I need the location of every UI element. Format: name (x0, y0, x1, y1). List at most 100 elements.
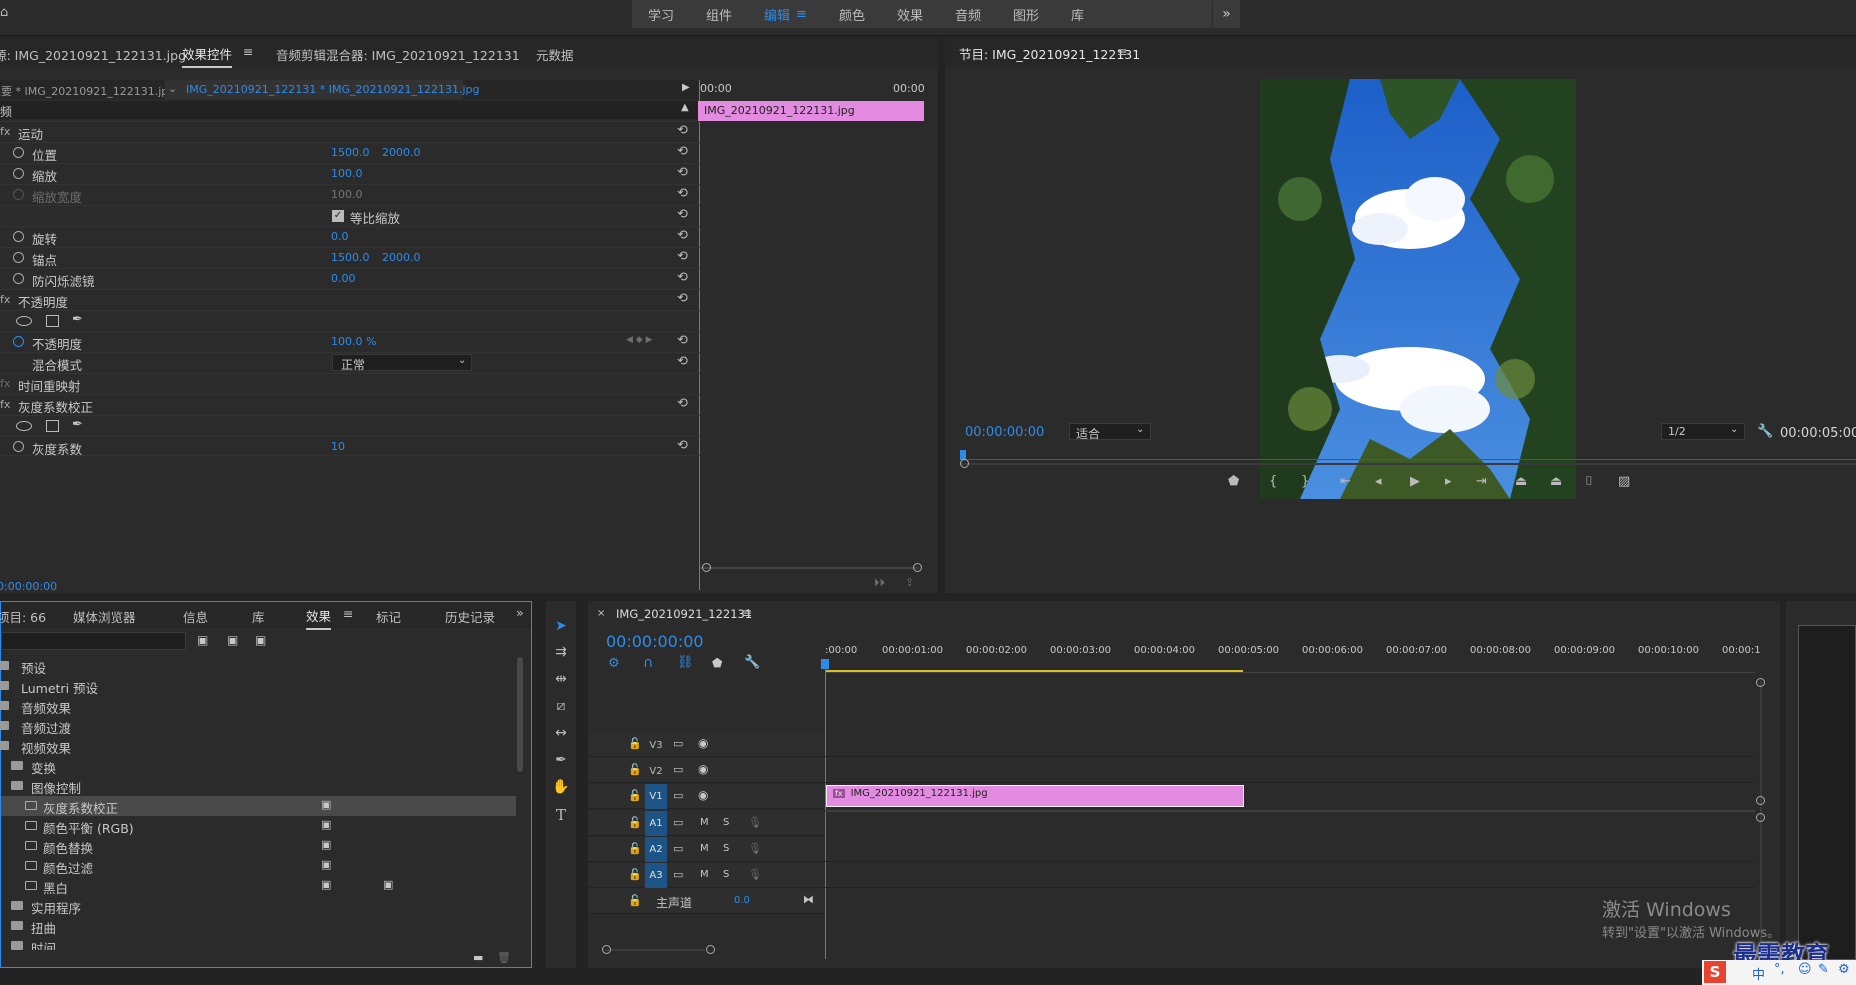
track-v3[interactable]: 🔓 V3 ▭ ◉ (588, 732, 824, 757)
lock-icon[interactable]: 🔓 (628, 868, 642, 881)
ws-assembly[interactable]: 组件 (706, 5, 732, 24)
wrench-icon[interactable]: 🔧 (1757, 424, 1773, 439)
camera-icon[interactable]: ⌷ (1585, 474, 1593, 489)
step-forward-icon[interactable]: ▸ (1445, 474, 1452, 489)
mark-out-icon[interactable]: } (1301, 474, 1309, 489)
slip-tool-icon[interactable]: ↔ (551, 725, 571, 745)
track-a1[interactable]: 🔓 A1 ▭ M S 🎙 (588, 811, 824, 836)
tree-video-effects[interactable]: 视频效果 (0, 736, 516, 756)
tree-image-control[interactable]: 图像控制 (1, 776, 516, 796)
tree-distort[interactable]: 扭曲 (1, 916, 516, 936)
mic-icon[interactable]: 🎙 (748, 868, 762, 881)
tree-utility[interactable]: 实用程序 (1, 896, 516, 916)
reset-icon[interactable]: ⟲ (677, 291, 688, 306)
stopwatch-icon[interactable] (13, 273, 24, 284)
ws-editing[interactable]: 编辑 (764, 5, 790, 24)
ws-graphics[interactable]: 图形 (1013, 5, 1039, 24)
stopwatch-icon[interactable] (13, 441, 24, 452)
track-select-icon[interactable]: ⇉ (551, 644, 571, 664)
tree-color-balance[interactable]: 颜色平衡 (RGB) ▣ (1, 816, 516, 836)
stopwatch-icon[interactable] (13, 252, 24, 263)
uniform-scale-checkbox[interactable]: ✓ (332, 210, 344, 222)
program-video-frame[interactable] (1260, 79, 1576, 499)
program-zoom-handle[interactable] (960, 459, 969, 468)
reset-icon[interactable]: ⟲ (677, 396, 688, 411)
ec-clip-bar[interactable]: IMG_20210921_122131.jpg (698, 101, 924, 121)
export-icon[interactable]: ⇪ (905, 576, 914, 589)
ws-color[interactable]: 颜色 (839, 5, 865, 24)
track-label[interactable]: V2 (645, 764, 667, 779)
tab-source[interactable]: 源: IMG_20210921_122131.jpg (0, 45, 186, 64)
position-x[interactable]: 1500.0 (331, 146, 370, 159)
sync-icon[interactable]: ▭ (673, 868, 683, 881)
mic-icon[interactable]: 🎙 (748, 842, 762, 855)
mute-button[interactable]: M (700, 817, 709, 828)
tree-lumetri-presets[interactable]: Lumetri 预设 (0, 676, 516, 696)
play-only-icon[interactable]: ▶ (682, 82, 690, 93)
panel-overflow-icon[interactable]: » (516, 605, 524, 620)
program-timecode[interactable]: 00:00:00:00 (965, 425, 1044, 440)
program-title[interactable]: 节目: IMG_20210921_122131 (959, 44, 1140, 66)
tab-history[interactable]: 历史记录 (445, 607, 495, 626)
add-marker-icon[interactable]: ⬟ (712, 656, 722, 670)
hand-tool-icon[interactable]: ✋ (551, 779, 571, 799)
go-to-out-icon[interactable]: ⇥ (1476, 474, 1487, 489)
32bit-effects-icon[interactable]: ▣ (227, 633, 238, 647)
settings-icon[interactable]: ⚙ (1838, 962, 1850, 977)
reset-icon[interactable]: ⟲ (677, 144, 688, 159)
extract-icon[interactable]: ⏏ (1550, 474, 1562, 489)
tree-transform[interactable]: 变换 (1, 756, 516, 776)
bowtie-icon[interactable]: ⧓ (803, 893, 814, 906)
mute-button[interactable]: M (700, 843, 709, 854)
marker-icon[interactable]: ⬟ (1228, 474, 1239, 489)
master-volume[interactable]: 0.0 (734, 895, 750, 906)
emoji-icon[interactable]: ☺ (1798, 962, 1812, 977)
sync-icon[interactable]: ▭ (673, 816, 683, 829)
resolution-select[interactable]: 1/2 ⌄ (1661, 423, 1745, 440)
type-tool-icon[interactable]: T (551, 806, 571, 826)
play-icon[interactable]: ▶ (1410, 474, 1420, 489)
reset-icon[interactable]: ⟲ (677, 165, 688, 180)
tree-color-pass[interactable]: 颜色过滤 ▣ (1, 856, 516, 876)
gamma-value[interactable]: 10 (331, 440, 345, 453)
effects-menu-icon[interactable]: ≡ (343, 606, 353, 621)
timeline-playhead[interactable] (825, 659, 826, 959)
tab-info[interactable]: 信息 (183, 607, 208, 626)
ws-libraries[interactable]: 库 (1071, 5, 1084, 24)
ec-timecode[interactable]: 00:00:00:00 (0, 580, 57, 593)
razor-icon[interactable]: ⧄ (551, 698, 571, 718)
ec-zoom-handle-left[interactable] (702, 563, 711, 572)
mark-in-icon[interactable]: { (1269, 474, 1277, 489)
yuv-effects-icon[interactable]: ▣ (255, 633, 266, 647)
reset-icon[interactable]: ⟲ (677, 270, 688, 285)
skin-icon[interactable]: ✎ (1818, 962, 1829, 977)
track-label[interactable]: A2 (645, 837, 667, 862)
scale-value[interactable]: 100.0 (331, 167, 363, 180)
compare-view-icon[interactable]: ▨ (1618, 474, 1630, 489)
home-icon[interactable]: ⌂ (0, 5, 8, 20)
stopwatch-icon[interactable] (13, 168, 24, 179)
close-icon[interactable]: × (597, 608, 605, 619)
eye-icon[interactable]: ◉ (698, 762, 708, 776)
nest-icon[interactable]: ⚙ (608, 656, 620, 671)
program-menu-icon[interactable]: ≡ (1117, 44, 1127, 59)
track-label[interactable]: V3 (645, 738, 667, 753)
fit-select[interactable]: 适合 ⌄ (1069, 423, 1151, 441)
stopwatch-icon[interactable] (13, 336, 24, 347)
ec-zoom-handle-right[interactable] (913, 563, 922, 572)
track-label[interactable]: A3 (645, 863, 667, 888)
ws-effects[interactable]: 效果 (897, 5, 923, 24)
keyframe-nav-icon[interactable]: ◀ ◆ ▶ (626, 335, 653, 345)
opacity-value[interactable]: 100.0 % (331, 335, 376, 348)
program-ruler[interactable] (960, 450, 1856, 460)
stopwatch-icon[interactable] (13, 231, 24, 242)
ec-sequence-clip[interactable]: IMG_20210921_122131 * IMG_20210921_12213… (186, 83, 480, 96)
solo-button[interactable]: S (723, 869, 729, 880)
lock-icon[interactable]: 🔓 (628, 842, 642, 855)
rotation-value[interactable]: 0.0 (331, 230, 349, 243)
ime-toolbar[interactable]: S 中 °, ☺ ✎ ⚙ (1702, 960, 1856, 985)
tab-project[interactable]: 项目: 66 (0, 607, 46, 626)
pen-tool-icon[interactable]: ✒ (551, 752, 571, 772)
step-back-icon[interactable]: ◂ (1375, 474, 1382, 489)
lock-icon[interactable]: 🔓 (628, 789, 642, 802)
